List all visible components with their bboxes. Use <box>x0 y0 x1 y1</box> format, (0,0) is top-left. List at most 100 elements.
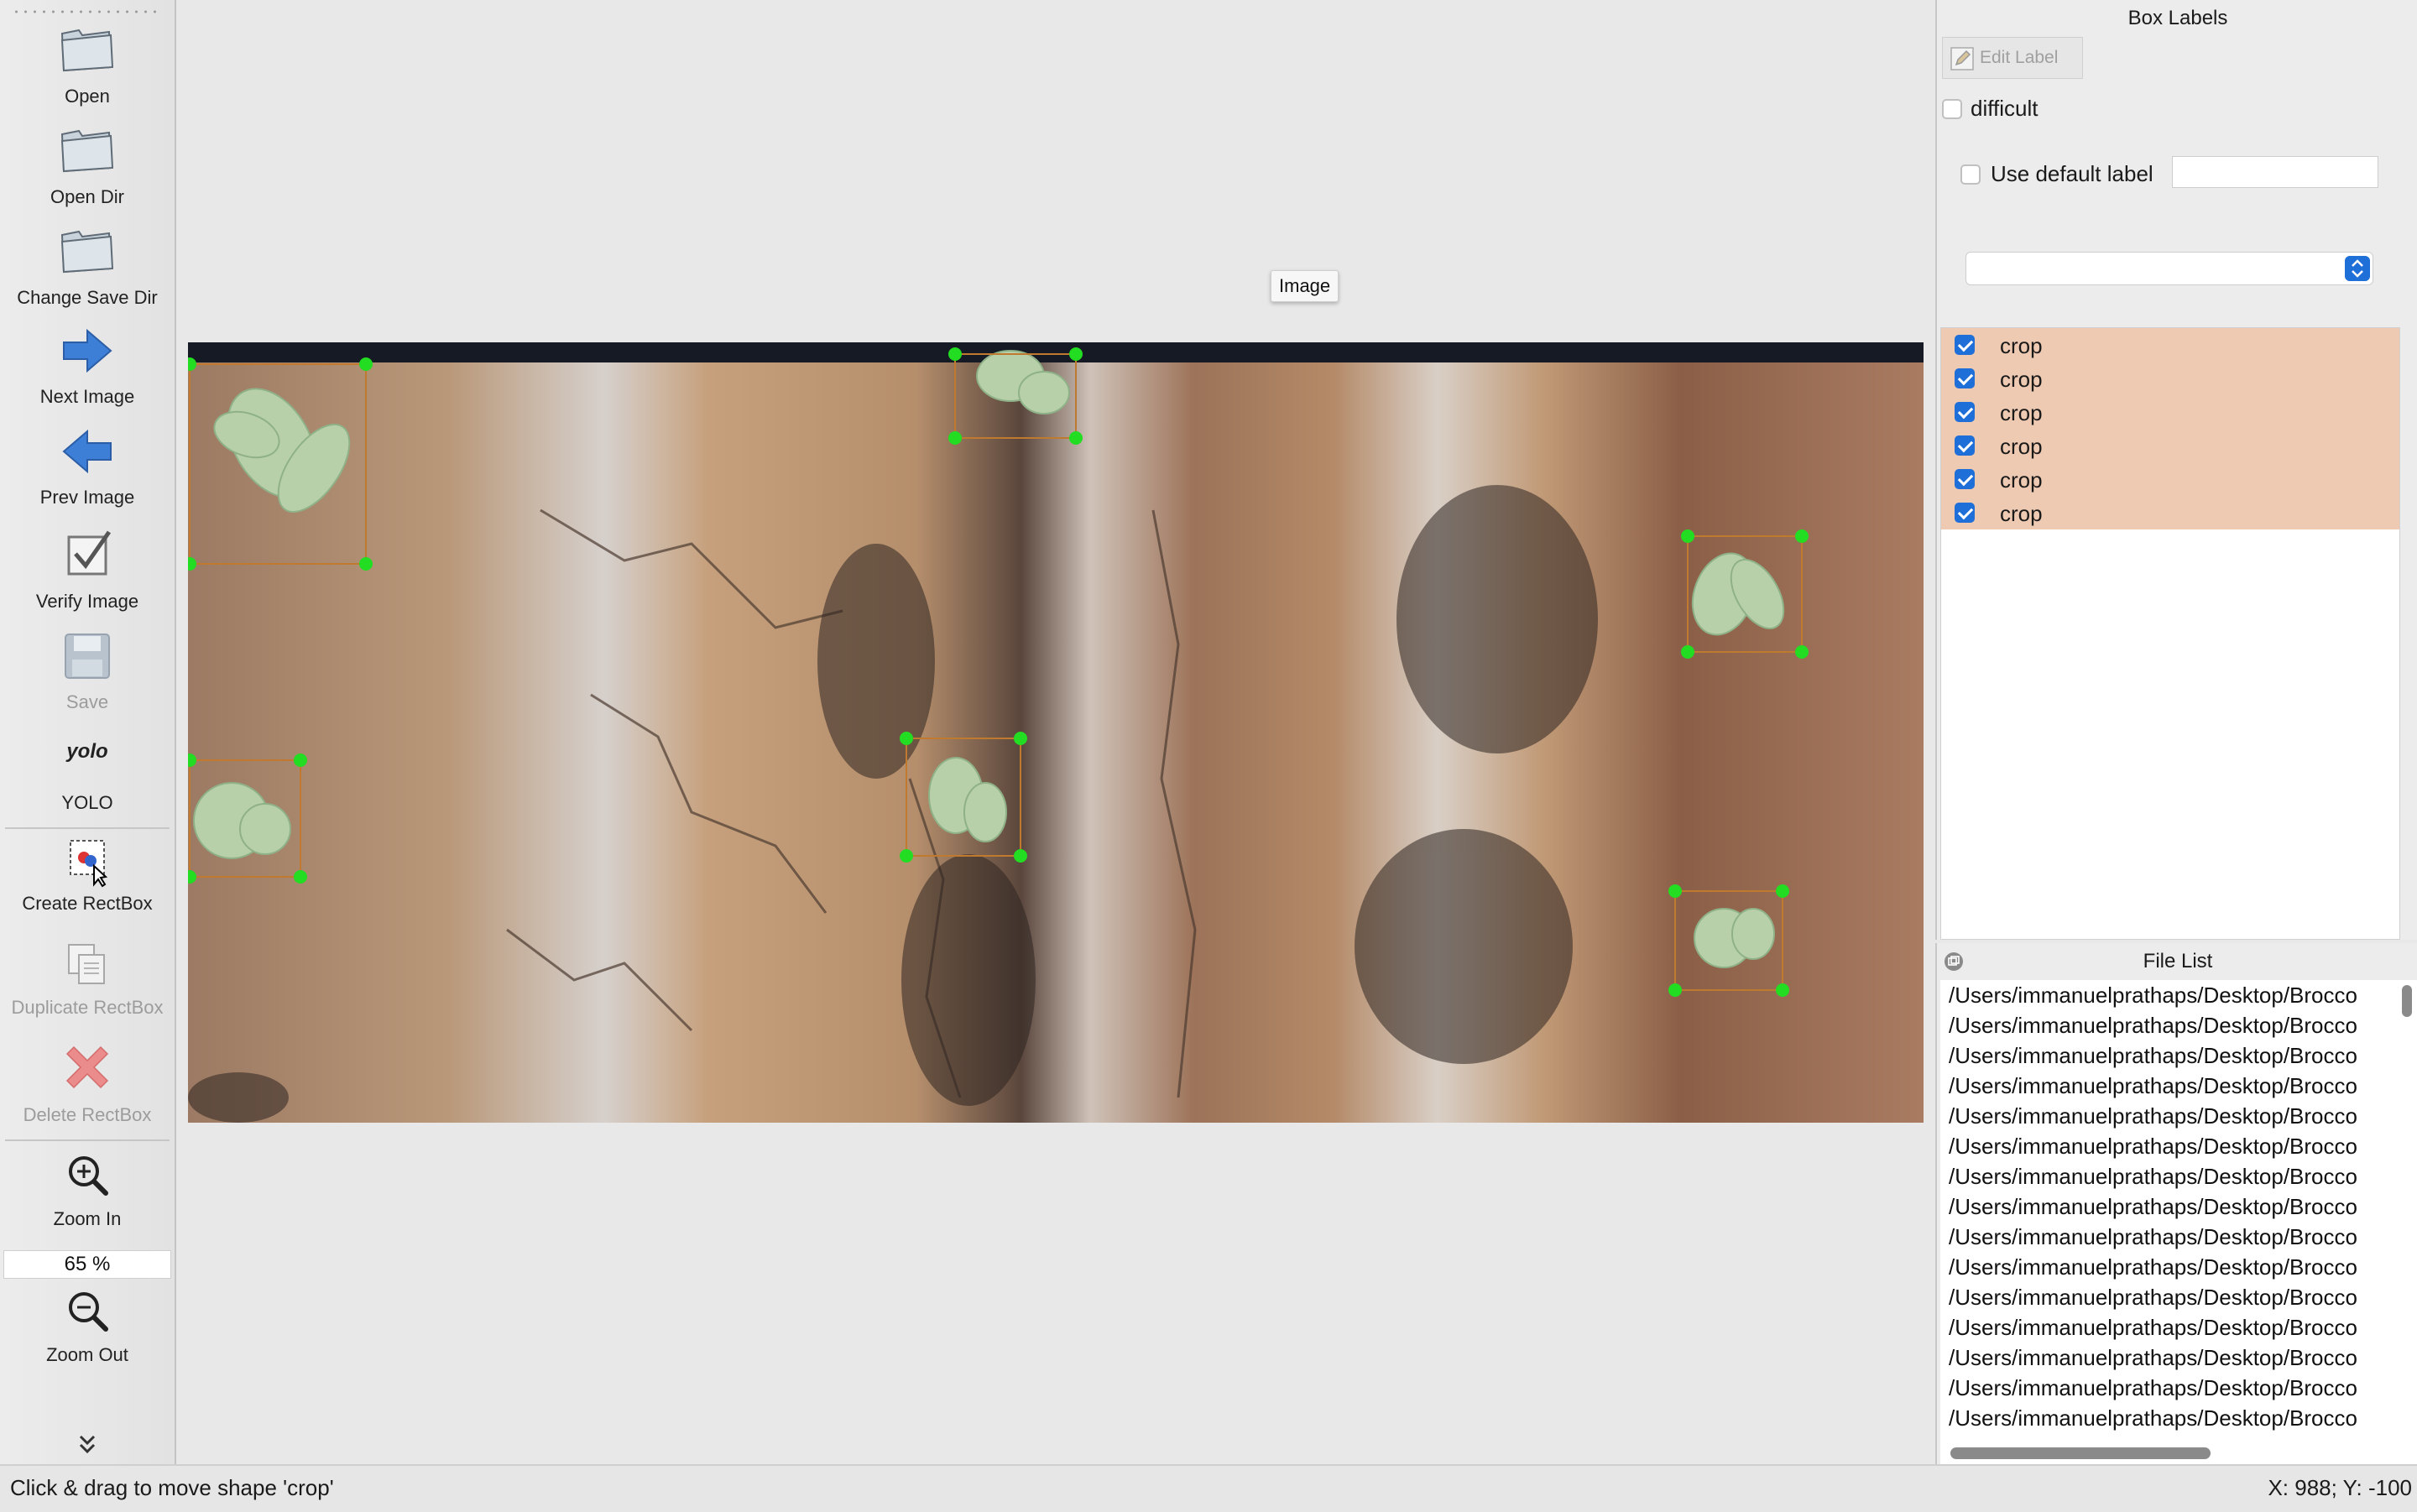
toolbar-separator <box>5 827 170 829</box>
field-photo[interactable] <box>188 342 1924 1123</box>
label-visible-checkbox[interactable] <box>1955 368 1975 388</box>
label-list-item[interactable]: crop <box>1941 328 2399 362</box>
zoom-in-button[interactable]: Zoom In <box>0 1146 175 1238</box>
save-button[interactable]: Save <box>0 626 175 718</box>
change-save-dir-button[interactable]: Change Save Dir <box>0 220 175 312</box>
prev-image-label: Prev Image <box>39 487 135 508</box>
create-rectbox-label: Create RectBox <box>22 893 153 914</box>
vertical-scrollbar[interactable] <box>2402 985 2412 1017</box>
zoom-out-label: Zoom Out <box>46 1344 128 1365</box>
image-tooltip: Image <box>1271 270 1339 302</box>
duplicate-rectbox-label: Duplicate RectBox <box>11 997 164 1018</box>
arrow-left-icon <box>62 429 112 474</box>
open-button[interactable]: Open <box>0 18 175 111</box>
file-list-item[interactable]: /Users/immanuelprathaps/Desktop/Brocco <box>1949 1191 2385 1222</box>
zoom-in-icon <box>69 1156 108 1196</box>
file-list-dock: File List /Users/immanuelprathaps/Deskto… <box>1935 943 2417 1464</box>
zoom-value-spinbox[interactable]: 65 % <box>3 1250 171 1279</box>
delete-x-icon <box>65 1045 109 1089</box>
use-default-label-text: Use default label <box>1991 161 2153 186</box>
file-list-item[interactable]: /Users/immanuelprathaps/Desktop/Brocco <box>1949 1161 2385 1191</box>
box-labels-title: Box Labels <box>2127 7 2228 29</box>
file-list-item[interactable]: /Users/immanuelprathaps/Desktop/Brocco <box>1949 980 2385 1010</box>
use-default-label-checkbox[interactable] <box>1960 164 1981 185</box>
duplicate-icon <box>68 944 105 984</box>
updown-arrows-icon <box>2345 256 2370 281</box>
file-list-item[interactable]: /Users/immanuelprathaps/Desktop/Brocco <box>1949 1010 2385 1040</box>
toolbar-grip[interactable] <box>12 10 163 13</box>
verify-image-label: Verify Image <box>35 591 139 612</box>
open-dir-button[interactable]: Open Dir <box>0 119 175 211</box>
yolo-label: YOLO <box>61 792 113 813</box>
floppy-disk-icon <box>65 633 110 679</box>
label-list[interactable]: crop crop crop crop crop crop <box>1940 327 2400 940</box>
label-item-text: crop <box>2000 434 2043 459</box>
label-item-text: crop <box>2000 467 2043 493</box>
duplicate-rectbox-button[interactable]: Duplicate RectBox <box>0 935 175 1029</box>
arrow-right-icon <box>63 328 112 373</box>
default-label-input[interactable] <box>2172 156 2378 188</box>
open-dir-label: Open Dir <box>50 186 125 207</box>
zoom-out-icon <box>69 1292 108 1332</box>
yolo-icon: yolo <box>66 740 108 763</box>
label-visible-checkbox[interactable] <box>1955 469 1975 489</box>
edit-label-text: Edit Label <box>1980 48 2059 67</box>
change-save-dir-label: Change Save Dir <box>17 287 158 308</box>
label-visible-checkbox[interactable] <box>1955 435 1975 456</box>
save-label: Save <box>65 691 109 712</box>
label-item-text: crop <box>2000 400 2043 425</box>
zoom-in-label: Zoom In <box>53 1208 122 1229</box>
next-image-label: Next Image <box>39 386 135 407</box>
field-image <box>188 342 1924 1123</box>
create-rectbox-button[interactable]: Create RectBox <box>0 832 175 926</box>
prev-image-button[interactable]: Prev Image <box>0 421 175 514</box>
status-bar: Click & drag to move shape 'crop' X: 988… <box>0 1464 2417 1512</box>
toolbar: Open Open Dir Change Save Dir Next Image… <box>0 0 176 1464</box>
file-list-item[interactable]: /Users/immanuelprathaps/Desktop/Brocco <box>1949 1040 2385 1071</box>
file-list-item[interactable]: /Users/immanuelprathaps/Desktop/Brocco <box>1949 1252 2385 1282</box>
label-item-text: crop <box>2000 367 2043 392</box>
delete-rectbox-button[interactable]: Delete RectBox <box>0 1039 175 1133</box>
file-list-item[interactable]: /Users/immanuelprathaps/Desktop/Brocco <box>1949 1131 2385 1161</box>
file-list-item[interactable]: /Users/immanuelprathaps/Desktop/Brocco <box>1949 1282 2385 1312</box>
label-list-item[interactable]: crop <box>1941 462 2399 496</box>
folder-icon <box>60 129 114 173</box>
zoom-out-button[interactable]: Zoom Out <box>0 1282 175 1374</box>
edit-pencil-icon <box>1950 47 1974 70</box>
file-list[interactable]: /Users/immanuelprathaps/Desktop/Brocco /… <box>1940 980 2417 1464</box>
file-list-item[interactable]: /Users/immanuelprathaps/Desktop/Brocco <box>1949 1343 2385 1373</box>
difficult-label: difficult <box>1971 96 2039 121</box>
file-list-item[interactable]: /Users/immanuelprathaps/Desktop/Brocco <box>1949 1373 2385 1403</box>
yolo-format-button[interactable]: yolo YOLO <box>0 730 175 822</box>
verify-image-button[interactable]: Verify Image <box>0 525 175 618</box>
folder-icon <box>60 230 114 274</box>
next-image-button[interactable]: Next Image <box>0 321 175 413</box>
cursor-coordinates: X: 988; Y: -100 <box>2268 1475 2412 1500</box>
chevron-down-double-icon[interactable] <box>74 1433 101 1457</box>
file-list-item[interactable]: /Users/immanuelprathaps/Desktop/Brocco <box>1949 1101 2385 1131</box>
difficult-checkbox[interactable] <box>1942 99 1962 119</box>
file-list-item[interactable]: /Users/immanuelprathaps/Desktop/Brocco <box>1949 1312 2385 1343</box>
open-label: Open <box>65 86 110 107</box>
label-list-item[interactable]: crop <box>1941 395 2399 429</box>
label-list-item[interactable]: crop <box>1941 362 2399 395</box>
label-visible-checkbox[interactable] <box>1955 335 1975 355</box>
edit-label-button[interactable]: Edit Label <box>1942 37 2083 79</box>
label-combobox[interactable] <box>1965 252 2373 285</box>
label-item-text: crop <box>2000 333 2043 358</box>
file-list-item[interactable]: /Users/immanuelprathaps/Desktop/Brocco <box>1949 1222 2385 1252</box>
file-list-item[interactable]: /Users/immanuelprathaps/Desktop/Brocco <box>1949 1403 2385 1433</box>
label-list-item[interactable]: crop <box>1941 496 2399 529</box>
status-message: Click & drag to move shape 'crop' <box>10 1475 334 1500</box>
label-visible-checkbox[interactable] <box>1955 503 1975 523</box>
file-list-title: File List <box>2143 950 2213 972</box>
label-visible-checkbox[interactable] <box>1955 402 1975 422</box>
label-list-item[interactable]: crop <box>1941 429 2399 462</box>
horizontal-scrollbar[interactable] <box>1950 1447 2211 1459</box>
folder-icon <box>60 29 114 72</box>
create-rectbox-icon <box>70 840 108 888</box>
label-item-text: crop <box>2000 501 2043 526</box>
file-list-item[interactable]: /Users/immanuelprathaps/Desktop/Brocco <box>1949 1071 2385 1101</box>
checkbox-icon <box>67 530 112 576</box>
delete-rectbox-label: Delete RectBox <box>23 1104 152 1125</box>
